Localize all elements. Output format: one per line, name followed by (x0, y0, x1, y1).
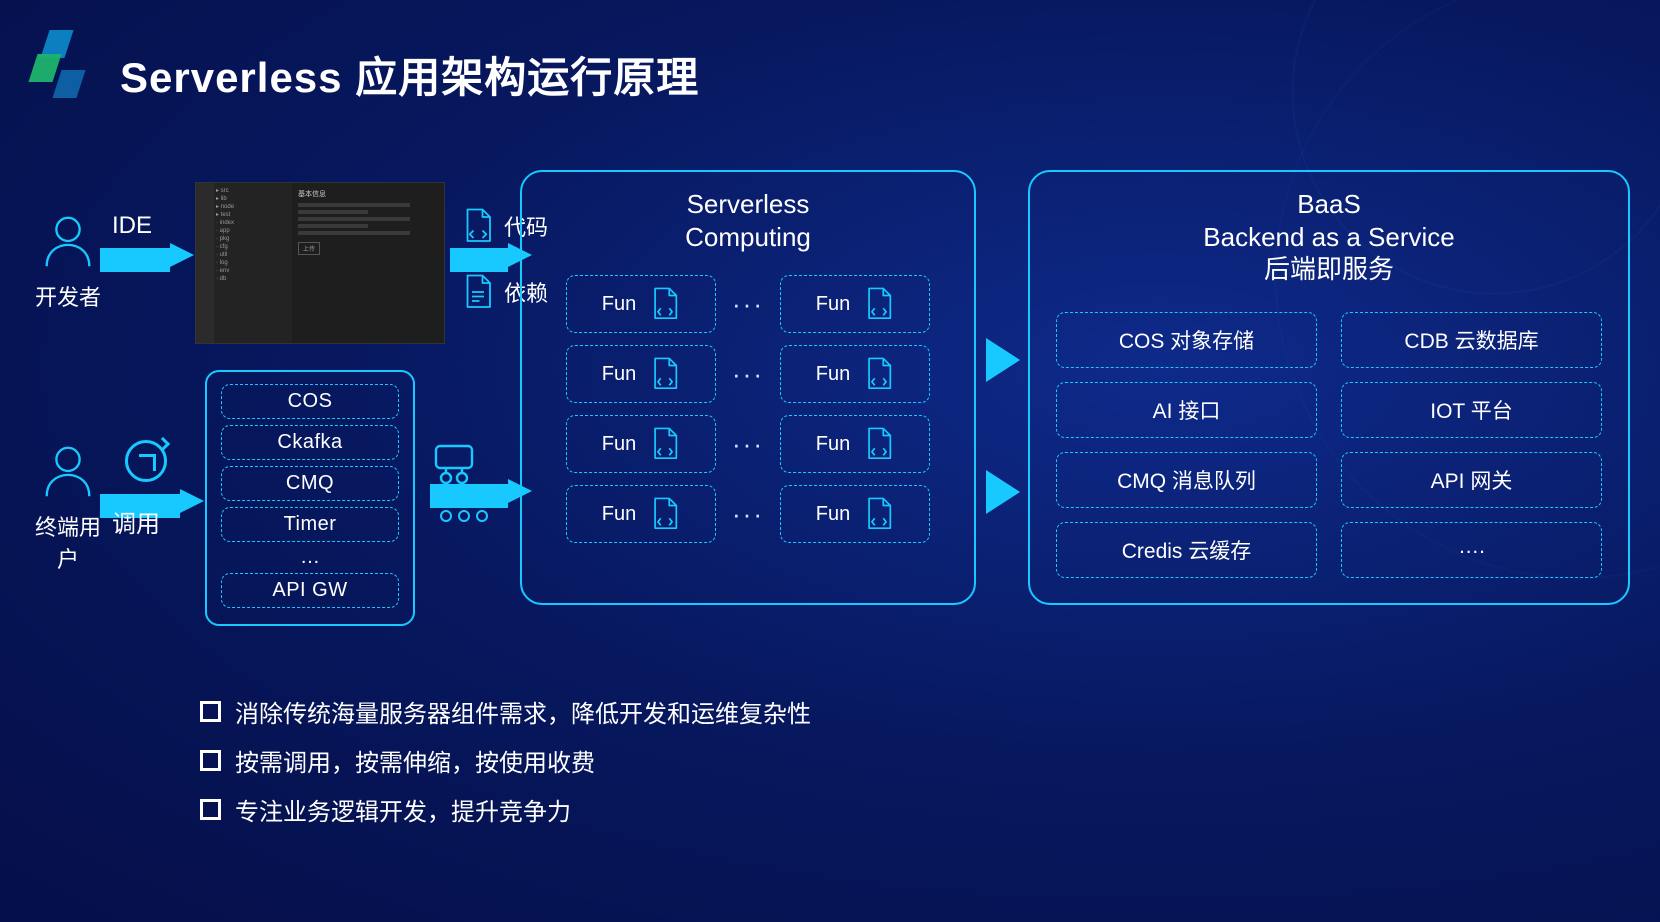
function-cell: Fun (780, 485, 930, 543)
slide-logo (25, 30, 97, 102)
trigger-item: Ckafka (221, 425, 399, 460)
arrow-to-baas-2 (986, 470, 1020, 514)
baas-service-item: CMQ 消息队列 (1056, 452, 1317, 508)
actor-developer-label: 开发者 (18, 280, 118, 312)
ellipsis: ··· (732, 499, 764, 530)
function-row: Fun ··· Fun (548, 345, 948, 403)
actor-end-user-label: 终端用 户 (18, 510, 118, 574)
serverless-computing-panel: Serverless Computing Fun···FunFun···FunF… (520, 170, 976, 605)
bullet-item: 专注业务逻辑开发，提升竞争力 (200, 792, 811, 827)
function-label: Fun (602, 433, 636, 456)
ellipsis: ··· (732, 429, 764, 460)
trigger-more: … (300, 546, 320, 569)
arrow-ide-label: IDE (112, 212, 152, 240)
slide-title: Serverless 应用架构运行原理 (120, 44, 699, 105)
function-row: Fun ··· Fun (548, 415, 948, 473)
arrow-ide-head (170, 243, 194, 267)
function-label: Fun (816, 503, 850, 526)
user-icon (37, 210, 99, 272)
function-cell: Fun (566, 485, 716, 543)
function-cell: Fun (566, 275, 716, 333)
baas-panel: BaaS Backend as a Service 后端即服务 COS 对象存储… (1028, 170, 1630, 605)
function-cell: Fun (566, 345, 716, 403)
trigger-item: Timer (221, 507, 399, 542)
baas-grid: COS 对象存储 CDB 云数据库 AI 接口 IOT 平台 CMQ 消息队列 API 网… (1056, 312, 1602, 578)
arrow-to-computing-top (450, 248, 508, 272)
baas-title: BaaS Backend as a Service 后端即服务 (1056, 188, 1602, 286)
baas-service-item: Credis 云缓存 (1056, 522, 1317, 578)
function-label: Fun (602, 363, 636, 386)
arrow-invoke-label: 调用 (112, 504, 160, 539)
baas-service-item: COS 对象存储 (1056, 312, 1317, 368)
ellipsis: ··· (732, 289, 764, 320)
baas-service-item: IOT 平台 (1341, 382, 1602, 438)
trigger-sources-panel: COS Ckafka CMQ Timer … API GW (205, 370, 415, 626)
function-cell: Fun (780, 345, 930, 403)
function-row: Fun ··· Fun (548, 485, 948, 543)
arrow-invoke-head (180, 489, 204, 513)
baas-service-item: …. (1341, 522, 1602, 578)
gateway-icon (430, 440, 478, 488)
baas-service-item: CDB 云数据库 (1341, 312, 1602, 368)
arrow-ide (100, 248, 170, 272)
function-grid: Fun ··· Fun Fun ··· Fun Fun ··· Fun Fun ··· Fun (548, 275, 948, 543)
function-label: Fun (816, 363, 850, 386)
function-label: Fun (816, 293, 850, 316)
function-label: Fun (602, 293, 636, 316)
user-icon (37, 440, 99, 502)
trigger-item: API GW (221, 573, 399, 608)
function-cell: Fun (566, 415, 716, 473)
bullet-item: 消除传统海量服务器组件需求，降低开发和运维复杂性 (200, 694, 811, 729)
computing-title: Serverless Computing (548, 188, 948, 253)
function-label: Fun (816, 433, 850, 456)
trigger-item: CMQ (221, 466, 399, 501)
function-row: Fun ··· Fun (548, 275, 948, 333)
arrow-to-computing-bottom (430, 484, 508, 508)
clock-icon (125, 440, 167, 482)
ellipsis: ··· (732, 359, 764, 390)
function-cell: Fun (780, 275, 930, 333)
function-label: Fun (602, 503, 636, 526)
arrow-to-baas-1 (986, 338, 1020, 382)
bullet-item: 按需调用，按需伸缩，按使用收费 (200, 743, 811, 778)
ide-screenshot: ▸ src▸ lib▸ node▸ test · index· app· pkg… (195, 182, 445, 344)
baas-service-item: API 网关 (1341, 452, 1602, 508)
trigger-item: COS (221, 384, 399, 419)
bullet-list: 消除传统海量服务器组件需求，降低开发和运维复杂性 按需调用，按需伸缩，按使用收费… (200, 680, 811, 841)
baas-service-item: AI 接口 (1056, 382, 1317, 438)
function-cell: Fun (780, 415, 930, 473)
chain-icon (440, 510, 488, 522)
